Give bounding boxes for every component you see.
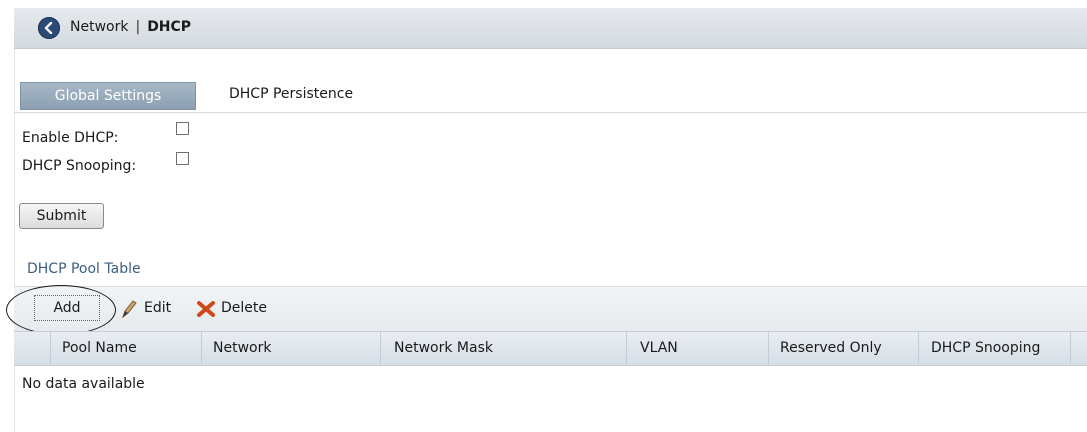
pool-table-toolbar: Add Edit Delete xyxy=(14,286,1087,331)
column-separator xyxy=(626,332,627,365)
pool-table-header: Pool Name Network Network Mask VLAN Rese… xyxy=(14,331,1087,366)
breadcrumb-separator: | xyxy=(135,19,141,35)
column-header-dhcp-snooping[interactable]: DHCP Snooping xyxy=(931,332,1040,365)
enable-dhcp-label: Enable DHCP: xyxy=(22,130,119,146)
breadcrumb-current: DHCP xyxy=(147,19,192,35)
tab-global-settings[interactable]: Global Settings xyxy=(20,82,196,110)
column-separator xyxy=(768,332,769,365)
dhcp-snooping-checkbox[interactable] xyxy=(176,152,189,165)
breadcrumb-header: Network | DHCP xyxy=(14,8,1087,49)
pool-table-title: DHCP Pool Table xyxy=(27,261,141,277)
enable-dhcp-checkbox[interactable] xyxy=(176,122,189,135)
delete-x-icon[interactable] xyxy=(196,301,216,321)
column-header-vlan[interactable]: VLAN xyxy=(640,332,678,365)
column-separator xyxy=(201,332,202,365)
delete-button[interactable]: Delete xyxy=(221,300,267,316)
column-separator xyxy=(1070,332,1071,365)
edit-button[interactable]: Edit xyxy=(144,300,171,316)
pencil-icon[interactable] xyxy=(121,300,137,322)
submit-button[interactable]: Submit xyxy=(19,203,104,229)
page-left-border xyxy=(14,8,15,432)
empty-table-message: No data available xyxy=(22,376,145,392)
column-separator xyxy=(380,332,381,365)
column-separator xyxy=(50,332,51,365)
column-header-network-mask[interactable]: Network Mask xyxy=(394,332,493,365)
tabs-divider xyxy=(14,112,1087,113)
column-header-reserved-only[interactable]: Reserved Only xyxy=(780,332,882,365)
add-button[interactable]: Add xyxy=(34,295,100,321)
column-separator xyxy=(918,332,919,365)
tab-dhcp-persistence[interactable]: DHCP Persistence xyxy=(229,86,353,102)
breadcrumb: Network | DHCP xyxy=(70,19,191,35)
dhcp-snooping-label: DHCP Snooping: xyxy=(22,158,137,174)
breadcrumb-network[interactable]: Network xyxy=(70,19,128,35)
back-arrow-icon[interactable] xyxy=(38,17,60,39)
column-header-network[interactable]: Network xyxy=(213,332,271,365)
column-header-pool-name[interactable]: Pool Name xyxy=(62,332,137,365)
